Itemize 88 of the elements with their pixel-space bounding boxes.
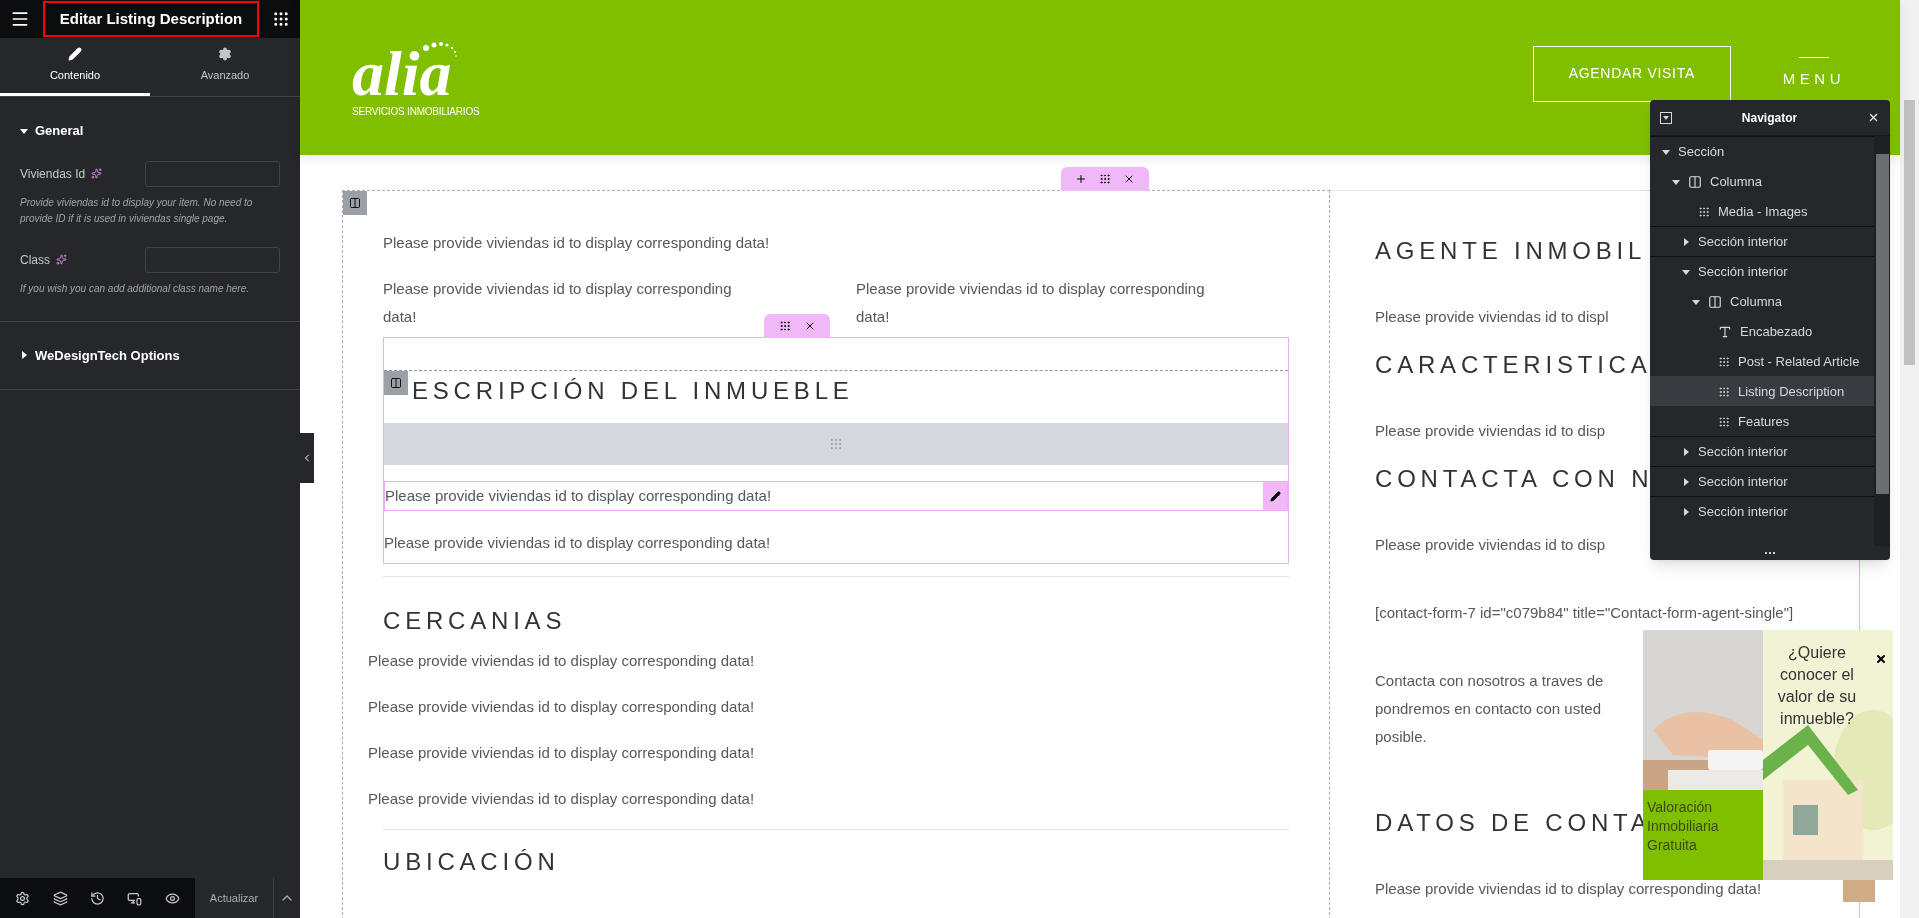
widget-icon <box>1698 205 1710 218</box>
responsive-icon[interactable] <box>127 890 143 906</box>
navigator-item[interactable]: Sección interior <box>1650 496 1874 526</box>
body-text: Please provide viviendas id to display corresponding data! <box>368 697 756 717</box>
body-text: pondremos en contacto con usted <box>1375 699 1601 719</box>
body-text: Please provide viviendas id to display corresponding data! <box>384 533 772 553</box>
widget-icon <box>1718 385 1730 398</box>
field-label: Class <box>20 251 50 269</box>
body-text: Please provide viviendas id to display corresponding data! <box>368 789 756 809</box>
column-icon <box>1688 174 1702 189</box>
preview-icon[interactable] <box>164 890 180 906</box>
columns-icon <box>390 377 402 389</box>
caret-icon[interactable] <box>1692 297 1700 306</box>
pencil-icon <box>1269 490 1281 502</box>
selected-widget[interactable]: Please provide viviendas id to display corresponding data! <box>384 481 1288 511</box>
heading-icon <box>1718 324 1732 339</box>
sparkle-icon[interactable] <box>56 254 67 265</box>
navigator-title: Navigator <box>1741 109 1798 127</box>
field-label: Viviendas Id <box>20 165 86 183</box>
promo-question: ¿Quiere conocer el valor de su inmueble? <box>1776 643 1858 729</box>
navigator-item[interactable]: Sección interior <box>1650 436 1874 466</box>
apps-grid-icon[interactable] <box>272 10 290 28</box>
body-text: Please provide viviendas id to disp <box>1375 535 1606 555</box>
close-icon[interactable] <box>1867 111 1880 124</box>
close-icon[interactable] <box>1123 173 1135 185</box>
body-text: Please provide viviendas id to disp <box>1375 421 1606 441</box>
drag-icon[interactable] <box>778 320 791 332</box>
gear-icon <box>218 47 232 62</box>
body-text: Please provide viviendas id to display corresponding data! <box>1375 879 1762 899</box>
logo-tagline: SERVICIOS INMOBILIARIOS <box>352 105 480 119</box>
column-handle[interactable] <box>343 191 367 215</box>
body-text: posible. <box>1375 727 1427 747</box>
settings-icon[interactable] <box>15 890 31 906</box>
body-text: Contacta con nosotros a traves de <box>1375 671 1604 691</box>
navigator-item[interactable]: Sección interior <box>1650 466 1874 496</box>
section-title[interactable]: WeDesignTech Options <box>35 345 180 365</box>
drag-icon[interactable] <box>1099 173 1111 185</box>
section-heading: ESCRIPCIÓN DEL INMUEBLE <box>412 376 854 406</box>
widget-icon <box>1718 355 1730 368</box>
help-text: Provide viviendas id to display your item. No need to provide ID if it is used in viviendas single page. <box>20 195 254 226</box>
help-text: If you wish you can add additional class name here. <box>20 281 251 296</box>
body-text: Please provide viviendas id to display corresponding data! <box>385 486 772 506</box>
layers-icon[interactable] <box>52 890 68 906</box>
body-text: Please provide viviendas id to display corresponding data! <box>856 279 1206 327</box>
caret-icon[interactable] <box>1662 147 1670 156</box>
caret-icon[interactable] <box>1682 237 1690 246</box>
section-title[interactable]: General <box>35 121 84 141</box>
body-text: Please provide viviendas id to displ <box>1375 307 1609 327</box>
add-icon[interactable] <box>1075 173 1087 185</box>
navigator-item[interactable]: Sección <box>1650 136 1874 166</box>
body-text: Please provide viviendas id to display corresponding data! <box>368 651 756 671</box>
panel-title: Editar Listing Description <box>43 1 259 37</box>
body-text: Please provide viviendas id to display corresponding data! <box>383 233 771 253</box>
widget-icon <box>1718 415 1730 428</box>
column-handle[interactable] <box>384 371 408 395</box>
panel-tab[interactable]: Contenido <box>0 38 150 96</box>
section-heading: UBICACIÓN <box>383 847 561 877</box>
section-heading: CERCANIAS <box>383 606 568 636</box>
column-icon <box>1708 294 1722 309</box>
body-text: Please provide viviendas id to display corresponding data! <box>368 743 756 763</box>
body-text: [contact-form-7 id="c079b84" title="Contact-form-agent-single"] <box>1375 603 1794 623</box>
page-scrollbar[interactable] <box>1900 0 1919 918</box>
caret-icon[interactable] <box>20 351 28 360</box>
section-heading: CARACTERISTICA <box>1375 350 1652 380</box>
caret-icon[interactable] <box>20 126 28 135</box>
scrollbar[interactable] <box>1874 136 1890 546</box>
edit-button[interactable] <box>1263 482 1287 510</box>
history-icon[interactable] <box>89 890 105 906</box>
promo-banner-text: Valoración Inmobiliaria Gratuita <box>1647 798 1720 855</box>
text-input[interactable] <box>145 160 280 187</box>
columns-icon <box>349 197 361 209</box>
navigator-item[interactable]: Listing Description <box>1650 376 1874 406</box>
caret-icon[interactable] <box>1682 507 1690 516</box>
caret-icon[interactable] <box>1682 447 1690 456</box>
body-text: Please provide viviendas id to display corresponding data! <box>383 279 733 327</box>
navigator-item[interactable]: Sección interior <box>1650 226 1874 256</box>
caret-icon[interactable] <box>1672 177 1680 186</box>
collapse-icon[interactable] <box>1660 111 1672 124</box>
panel-tab[interactable]: Avanzado <box>150 38 300 96</box>
menu-icon[interactable] <box>10 9 30 29</box>
section-heading: AGENTE INMOBIL <box>1375 236 1647 266</box>
close-icon[interactable] <box>1875 653 1887 665</box>
caret-icon[interactable] <box>1682 267 1690 276</box>
text-input[interactable] <box>145 246 280 273</box>
navigator-item[interactable]: Sección interior <box>1650 256 1874 286</box>
sparkle-icon[interactable] <box>91 168 103 179</box>
pencil-icon <box>68 47 82 62</box>
caret-icon[interactable] <box>1682 477 1690 486</box>
